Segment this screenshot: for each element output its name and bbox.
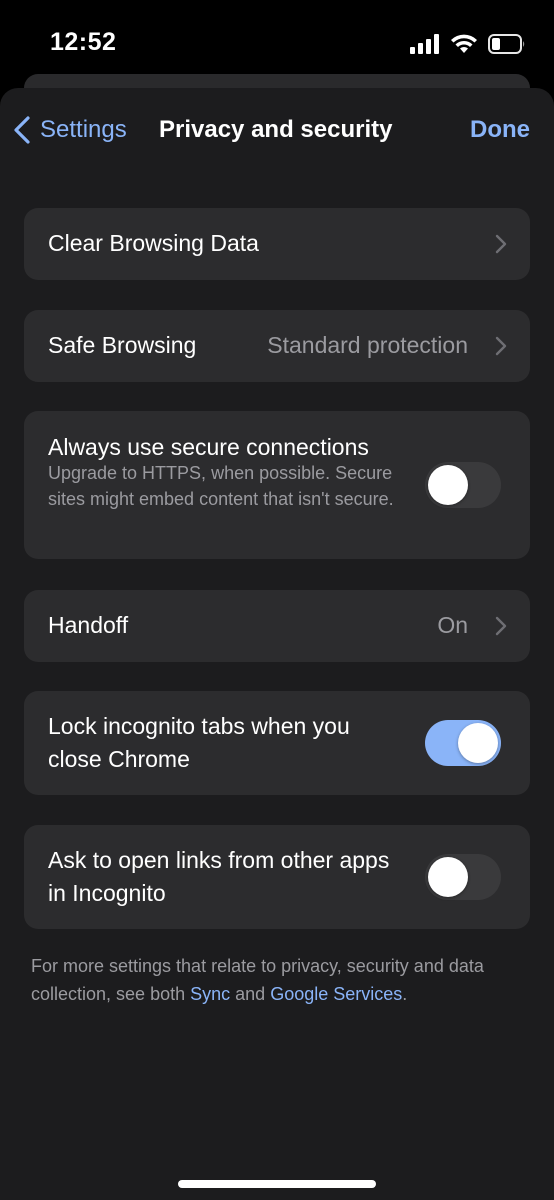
- done-button[interactable]: Done: [470, 116, 530, 144]
- ask-incognito-toggle[interactable]: [425, 854, 501, 900]
- page-title: Privacy and security: [159, 116, 393, 143]
- secure-connections-row: Always use secure connections Upgrade to…: [24, 411, 530, 559]
- google-services-link[interactable]: Google Services: [270, 984, 402, 1004]
- chevron-left-icon: [14, 116, 30, 144]
- screen: 12:52 Settings Privacy and security Done…: [0, 0, 554, 1200]
- secure-connections-toggle[interactable]: [425, 462, 501, 508]
- footer-text-end: .: [402, 984, 408, 1004]
- chevron-right-icon: [495, 616, 507, 636]
- secure-connections-description: Upgrade to HTTPS, when possible. Secure …: [48, 463, 394, 509]
- ask-incognito-row: Ask to open links from other apps in Inc…: [24, 825, 530, 929]
- toggle-knob: [428, 857, 468, 897]
- safe-browsing-value: Standard protection: [267, 332, 468, 358]
- handoff-row[interactable]: Handoff On: [24, 590, 530, 662]
- chevron-right-icon: [495, 336, 507, 356]
- wifi-icon: [451, 34, 477, 53]
- back-button[interactable]: Settings: [12, 110, 127, 150]
- lock-incognito-row: Lock incognito tabs when you close Chrom…: [24, 691, 530, 795]
- chevron-right-icon: [495, 234, 507, 254]
- lock-incognito-toggle[interactable]: [425, 720, 501, 766]
- settings-sheet: Settings Privacy and security Done Clear…: [0, 88, 554, 1200]
- battery-icon: [488, 34, 525, 54]
- toggle-knob: [458, 723, 498, 763]
- ask-incognito-label: Ask to open links from other apps in Inc…: [48, 847, 390, 906]
- back-button-label: Settings: [40, 116, 127, 143]
- lock-incognito-label: Lock incognito tabs when you close Chrom…: [48, 713, 350, 772]
- handoff-value: On: [437, 612, 468, 638]
- status-time: 12:52: [50, 28, 117, 56]
- home-indicator[interactable]: [178, 1180, 376, 1188]
- sync-link[interactable]: Sync: [190, 984, 230, 1004]
- navigation-bar: Settings Privacy and security Done: [0, 88, 554, 174]
- toggle-knob: [428, 465, 468, 505]
- cellular-signal-icon: [410, 34, 439, 54]
- safe-browsing-label: Safe Browsing: [48, 332, 197, 358]
- handoff-label: Handoff: [48, 612, 129, 638]
- footer-note: For more settings that relate to privacy…: [31, 952, 521, 1008]
- safe-browsing-row[interactable]: Safe Browsing Standard protection: [24, 310, 530, 382]
- footer-text-middle: and: [230, 984, 271, 1004]
- clear-browsing-data-label: Clear Browsing Data: [48, 230, 259, 256]
- status-bar: 12:52: [0, 0, 554, 76]
- status-icons: [410, 30, 526, 58]
- clear-browsing-data-row[interactable]: Clear Browsing Data: [24, 208, 530, 280]
